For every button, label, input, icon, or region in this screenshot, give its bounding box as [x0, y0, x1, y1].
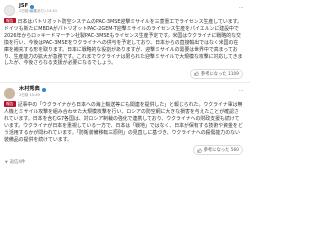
more-options-icon[interactable]: ⋯ [239, 5, 244, 11]
show-replies-button[interactable]: ▼ 返信4件 [0, 157, 250, 167]
avatar[interactable] [4, 5, 15, 16]
author-name[interactable]: 木村秀典 [19, 87, 46, 92]
chevron-down-icon: ▼ [5, 159, 8, 164]
thumbs-up-icon [194, 71, 199, 77]
badge: 報告 [4, 18, 16, 24]
helpful-button[interactable]: 参考になった 560 [192, 145, 243, 156]
comment-header: JSF 2日前(編集あり) 13:51 [4, 3, 245, 17]
comment-actions: 参考になった 1109 [4, 67, 245, 80]
comment-text: 記事中の「ウクライナから日本への海上輸送等にも関連を提供した」と報じられた。ウク… [4, 102, 243, 143]
avatar[interactable] [4, 88, 15, 100]
timestamp: 2日前(編集あり) 13:51 [19, 9, 58, 14]
author-label[interactable]: 木村秀典 [19, 87, 40, 92]
verified-icon [41, 87, 46, 92]
comment-body: 報告 記事中の「ウクライナから日本への海上輸送等にも関連を提供した」と報じられた。… [4, 101, 245, 143]
more-options-icon[interactable]: ⋯ [239, 88, 244, 94]
comment-meta: 木村秀典 2日前 10:49 [19, 87, 46, 97]
verified-icon [30, 4, 35, 9]
comment-feed: JSF 2日前(編集あり) 13:51 ⋯ 報告 日本はパトリオット防空システムの… [0, 0, 250, 249]
comment-header: 木村秀典 2日前 10:49 [4, 87, 245, 100]
timestamp: 2日前 10:49 [19, 92, 40, 97]
comment-actions: 参考になった 560 [4, 144, 245, 157]
badge: 報告 [4, 101, 16, 107]
thumbs-up-icon [196, 148, 202, 153]
helpful-count: 参考になった 560 [203, 148, 239, 154]
comment-item: JSF 2日前(編集あり) 13:51 ⋯ 報告 日本はパトリオット防空システムの… [0, 0, 250, 80]
comment-body: 報告 日本はパトリオット防空システムのPAC-3MSE迎撃ミサイルを三菱重工でライ… [4, 18, 245, 67]
comment-meta: JSF 2日前(編集あり) 13:51 [19, 3, 58, 14]
comment-item: 木村秀典 2日前 10:49 ⋯ 報告 記事中の「ウクライナから日本への海上輸送等… [0, 83, 250, 156]
reply-count: 返信4件 [9, 159, 26, 165]
comment-text: 日本はパトリオット防空システムのPAC-3MSE迎撃ミサイルを三菱重工でライセン… [4, 19, 243, 67]
helpful-count: 参考になった 1109 [200, 71, 239, 77]
helpful-button[interactable]: 参考になった 1109 [189, 68, 243, 79]
